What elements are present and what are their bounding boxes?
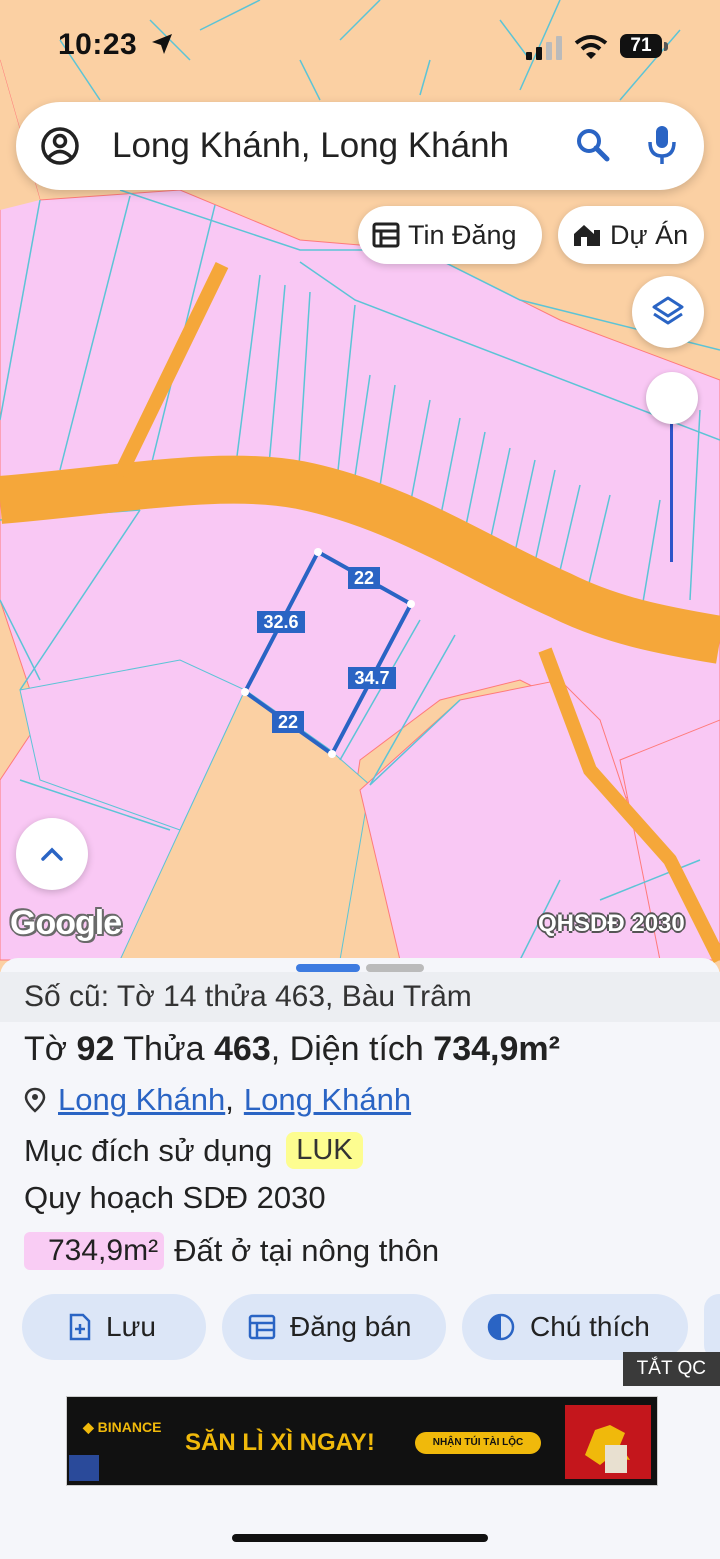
add-document-icon (69, 1313, 91, 1341)
location-arrow-icon (152, 34, 172, 54)
expand-button[interactable] (16, 818, 88, 890)
account-icon[interactable] (40, 126, 80, 166)
parcel-info-sheet[interactable]: Số cũ: Tờ 14 thửa 463, Bàu Trâm Tờ 92 Th… (0, 958, 720, 1559)
location-link-district[interactable]: Long Khánh (58, 1082, 225, 1118)
ad-banner[interactable]: ◆ BINANCE SĂN LÌ XÌ NGAY! NHẬN TÚI TÀI L… (66, 1396, 658, 1486)
sheet-handle-secondary[interactable] (366, 964, 424, 972)
projects-chip[interactable]: Dự Án (558, 206, 704, 264)
zone-name: Đất ở tại nông thôn (174, 1233, 440, 1268)
chevron-up-icon (41, 847, 63, 861)
parcel-area: 734,9m² (433, 1030, 560, 1068)
microphone-icon[interactable] (646, 124, 678, 166)
projects-chip-label: Dự Án (610, 219, 689, 250)
ad-headline: SĂN LÌ XÌ NGAY! (185, 1429, 375, 1456)
listings-chip-label: Tin Đăng (408, 219, 517, 250)
area-label: Diện tích (289, 1030, 424, 1068)
ad-cta: NHẬN TÚI TÀI LỘC (415, 1432, 541, 1454)
hide-ads-button[interactable]: TẮT QC (622, 1352, 720, 1386)
save-button-label: Lưu (106, 1311, 156, 1342)
ad-image (565, 1405, 651, 1479)
wifi-icon (574, 35, 608, 59)
edge-label-left: 32.6 (263, 612, 298, 632)
location-line: Long Khánh , Long Khánh (24, 1082, 411, 1118)
listings-chip[interactable]: Tin Đăng (358, 206, 542, 264)
old-reference-row: Số cũ: Tờ 14 thửa 463, Bàu Trâm (0, 972, 720, 1022)
edge-label-top: 22 (354, 568, 374, 588)
save-button[interactable]: Lưu (22, 1294, 206, 1360)
listings-icon (248, 1314, 276, 1340)
map-pin-icon (24, 1087, 46, 1113)
layers-icon (652, 296, 684, 325)
post-button-label: Đăng bán (290, 1311, 412, 1342)
plot-number: 463 (214, 1030, 271, 1068)
search-input[interactable]: Long Khánh, Long Khánh (112, 126, 509, 166)
purpose-line: Mục đích sử dụng LUK (24, 1132, 363, 1169)
horse-graphic (585, 1425, 630, 1473)
contrast-icon (487, 1313, 515, 1341)
search-bar[interactable]: Long Khánh, Long Khánh (16, 102, 704, 190)
zone-area-badge: 734,9m² (24, 1232, 165, 1270)
signal-icon (526, 36, 562, 60)
layers-button[interactable] (632, 276, 704, 348)
listings-icon (372, 222, 400, 248)
projects-icon (574, 225, 600, 246)
status-bar: 10:23 71 (0, 0, 720, 90)
old-reference: Số cũ: Tờ 14 thửa 463, Bàu Trâm (24, 980, 472, 1013)
purpose-label: Mục đích sử dụng (24, 1132, 273, 1168)
battery-level: 71 (620, 34, 662, 58)
home-indicator (232, 1534, 488, 1542)
plot-label: Thửa (123, 1030, 205, 1068)
map-layer-label: QHSDĐ 2030 (538, 910, 685, 937)
sheet-label: Tờ (24, 1030, 68, 1068)
battery-icon: 71 (620, 34, 670, 60)
post-for-sale-button[interactable]: Đăng bán (222, 1294, 446, 1360)
ad-play-icon (69, 1455, 99, 1481)
location-separator: , (225, 1082, 234, 1117)
legend-button-label: Chú thích (530, 1311, 650, 1342)
sheet-number: 92 (76, 1030, 115, 1068)
status-time: 10:23 (58, 28, 138, 61)
legend-button[interactable]: Chú thích (462, 1294, 688, 1360)
location-link-city[interactable]: Long Khánh (244, 1082, 411, 1118)
ad-brand: ◆ BINANCE (83, 1419, 162, 1435)
edge-label-right: 34.7 (354, 668, 389, 688)
more-actions-button[interactable] (704, 1294, 720, 1360)
edge-label-bottom: 22 (278, 712, 298, 732)
google-logo: Google (10, 904, 122, 942)
search-icon[interactable] (574, 126, 612, 164)
parcel-title: Tờ 92 Thửa 463, Diện tích 734,9m² (24, 1030, 560, 1068)
sheet-handle[interactable] (296, 964, 360, 972)
purpose-code-badge: LUK (286, 1132, 363, 1169)
opacity-slider-handle[interactable] (646, 372, 698, 424)
plan-label: Quy hoạch SDĐ 2030 (24, 1180, 326, 1215)
zoning-row: 734,9m² Đất ở tại nông thôn (24, 1232, 439, 1270)
